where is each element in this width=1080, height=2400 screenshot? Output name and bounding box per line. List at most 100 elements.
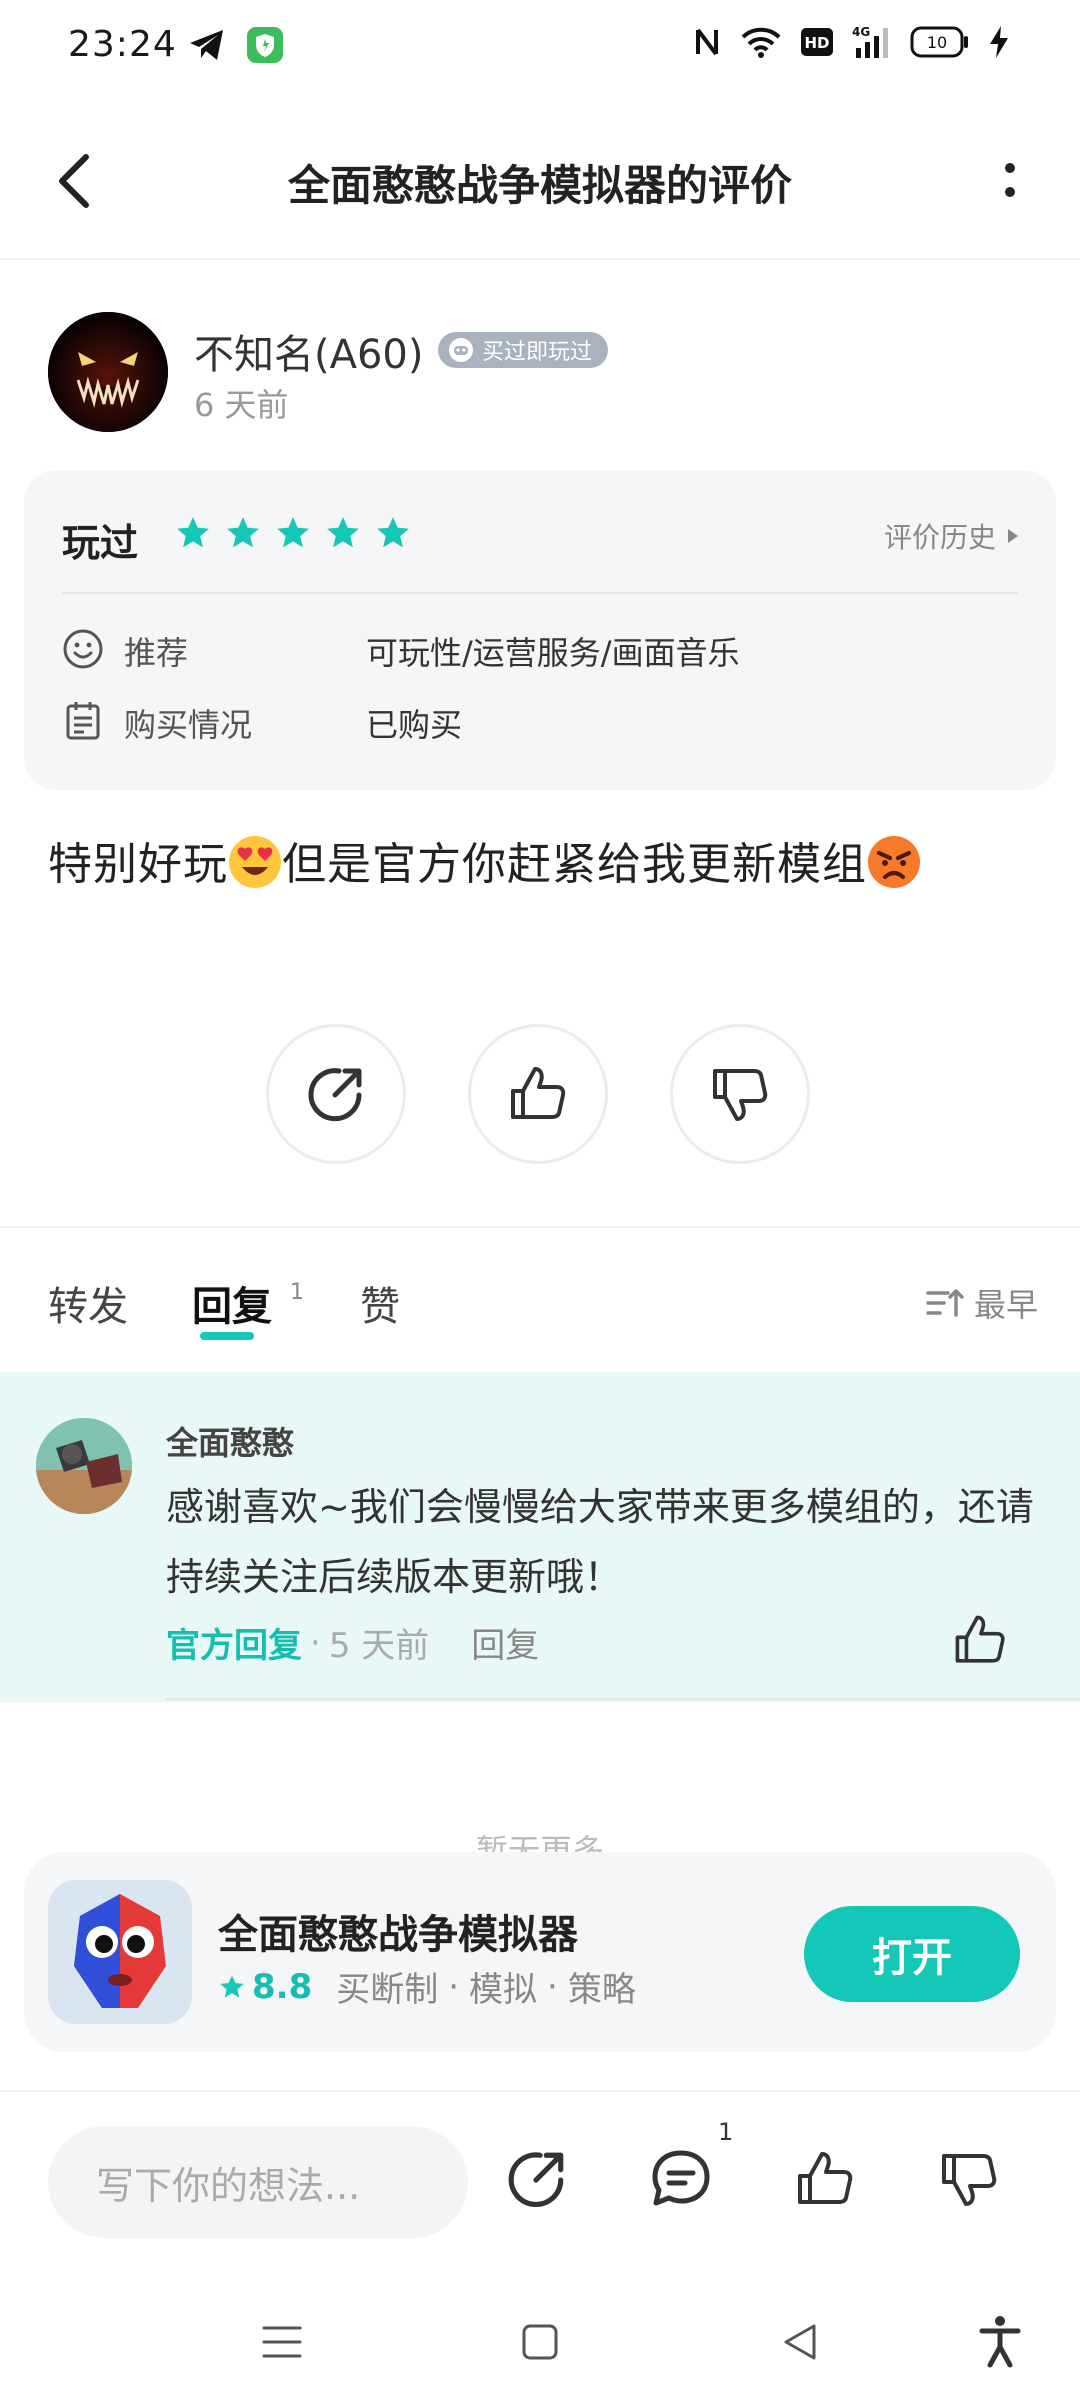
angry-face-emoji-icon — [868, 836, 920, 888]
home-square-icon — [522, 2324, 558, 2360]
review-text-part1: 特别好玩 — [48, 839, 228, 890]
share-review-button[interactable] — [266, 1024, 406, 1164]
tab-like[interactable]: 赞 — [360, 1274, 400, 1332]
triangle-right-icon — [1008, 529, 1018, 543]
sort-toggle[interactable]: 最早 — [926, 1280, 1038, 1326]
star-icon — [177, 517, 209, 548]
wifi-icon — [741, 27, 781, 58]
sort-label: 最早 — [973, 1286, 1038, 1324]
share-icon — [508, 2152, 564, 2207]
signal-4g-icon: 4G — [852, 25, 888, 58]
app-icon[interactable] — [48, 1880, 192, 2024]
nav-back-button[interactable] — [768, 2310, 832, 2374]
official-reply-tag: 官方回复 — [166, 1626, 302, 1666]
status-right-icons: HD 4G 10 — [692, 24, 1010, 60]
thumbs-down-icon — [713, 1069, 768, 1121]
more-vertical-icon — [1005, 163, 1015, 197]
app-name: 全面憨憨战争模拟器 — [218, 1912, 578, 1958]
share-bottom-button[interactable] — [500, 2142, 574, 2216]
back-triangle-icon — [784, 2324, 816, 2360]
svg-text:4G: 4G — [852, 25, 870, 39]
app-tag: 买断制 — [336, 1970, 439, 2010]
review-text-part2: 但是官方你赶紧给我更新模组 — [282, 839, 867, 890]
reply-thumbs-up-icon[interactable] — [952, 1612, 1008, 1668]
badge-label: 买过即玩过 — [482, 340, 593, 365]
like-review-button[interactable] — [468, 1024, 608, 1164]
gamepad-icon — [449, 338, 473, 362]
author-avatar[interactable] — [48, 312, 168, 432]
star-icon — [220, 1974, 244, 1997]
wobbly-character-icon — [48, 1880, 192, 2024]
tag-separator: · — [448, 1966, 460, 2007]
top-app-bar: 全面憨憨战争模拟器的评价 — [0, 120, 1080, 260]
rating-card: 玩过 评价历史 推荐 可玩性/运营服务/画面音乐 购买情况 已购买 — [24, 470, 1056, 790]
app-score: 8.8 — [218, 1967, 312, 2007]
developer-avatar-image — [36, 1418, 132, 1514]
nav-home-button[interactable] — [508, 2310, 572, 2374]
open-app-button[interactable]: 打开 — [804, 1906, 1020, 2002]
comment-input[interactable]: 写下你的想法... — [48, 2126, 468, 2238]
reply-meta: 官方回复 · 5 天前 回复 — [166, 1618, 539, 1667]
app-card[interactable]: 全面憨憨战争模拟器 8.8 买断制 · 模拟 · 策略 打开 — [24, 1852, 1056, 2052]
bought-played-badge: 买过即玩过 — [438, 332, 609, 368]
review-body: 特别好玩 但是官方你赶紧给我更新模组 — [48, 828, 921, 892]
more-options-button[interactable] — [980, 150, 1040, 210]
developer-avatar[interactable] — [36, 1418, 132, 1514]
smile-icon — [63, 629, 103, 669]
reply-author-name[interactable]: 全面憨憨 — [166, 1418, 294, 1464]
played-label: 玩过 — [62, 521, 139, 565]
comment-bottom-button[interactable] — [644, 2142, 718, 2216]
rating-history-link[interactable]: 评价历史 — [884, 516, 1020, 556]
review-author: 不知名(A60) 买过即玩过 6 天前 — [48, 312, 1028, 436]
accessibility-icon — [979, 2316, 1021, 2368]
official-reply: 全面憨憨 感谢喜欢~我们会慢慢给大家带来更多模组的，还请持续关注后续版本更新哦！… — [0, 1372, 1080, 1702]
nav-menu-button[interactable] — [250, 2310, 314, 2374]
section-divider — [0, 1226, 1080, 1228]
tab-share[interactable]: 转发 — [48, 1274, 128, 1332]
tag-separator: · — [547, 1966, 558, 2007]
menu-icon — [262, 2326, 302, 2358]
heart-eyes-emoji-icon — [229, 836, 281, 888]
interaction-tabs: 转发 回复 1 赞 最早 — [48, 1270, 1038, 1350]
charging-icon — [990, 26, 1008, 58]
demon-face-icon — [48, 312, 168, 432]
nfc-icon — [696, 28, 718, 56]
app-tag: 模拟 — [469, 1970, 538, 2010]
thumbs-down-icon — [942, 2154, 997, 2206]
accessibility-button[interactable] — [968, 2310, 1032, 2374]
reply-button[interactable]: 回复 — [471, 1618, 539, 1667]
telegram-icon — [190, 30, 223, 60]
review-time: 6 天前 — [194, 386, 289, 424]
page-title: 全面憨憨战争模拟器的评价 — [287, 161, 792, 210]
tab-reply[interactable]: 回复 — [192, 1274, 272, 1332]
system-nav-bar — [0, 2290, 1080, 2400]
star-icon — [227, 517, 259, 548]
dislike-review-button[interactable] — [670, 1024, 810, 1164]
dislike-bottom-button[interactable] — [932, 2142, 1006, 2216]
like-bottom-button[interactable] — [788, 2142, 862, 2216]
bottom-bar-divider — [0, 2090, 1080, 2092]
author-name[interactable]: 不知名(A60) — [194, 322, 423, 380]
status-time: 23:24 — [68, 24, 177, 65]
recommend-row: 推荐 可玩性/运营服务/画面音乐 — [62, 620, 1012, 680]
purchase-label: 购买情况 — [124, 706, 253, 744]
star-icon — [277, 517, 309, 548]
recommend-value: 可玩性/运营服务/画面音乐 — [366, 634, 740, 672]
battery-icon: 10 — [910, 26, 968, 58]
app-score-value: 8.8 — [252, 1966, 313, 2007]
purchase-value: 已购买 — [366, 706, 463, 744]
share-icon — [308, 1068, 362, 1122]
comment-count: 1 — [718, 2118, 734, 2146]
review-detail-page: 23:24 HD 4G 10 全面憨憨战争模拟器的评价 不知名(A60) 买过即… — [0, 0, 1080, 2400]
thumbs-up-icon — [798, 2152, 853, 2204]
card-divider — [62, 592, 1018, 594]
sort-ascending-icon — [926, 1289, 964, 1317]
shield-app-icon — [247, 27, 283, 63]
star-icon — [377, 517, 409, 548]
comment-icon — [652, 2150, 710, 2206]
reply-text: 感谢喜欢~我们会慢慢给大家带来更多模组的，还请持续关注后续版本更新哦！ — [166, 1485, 1034, 1599]
purchase-row: 购买情况 已购买 — [62, 692, 1012, 752]
battery-level: 10 — [927, 33, 947, 52]
active-tab-indicator — [200, 1332, 254, 1340]
recommend-label: 推荐 — [124, 634, 189, 672]
